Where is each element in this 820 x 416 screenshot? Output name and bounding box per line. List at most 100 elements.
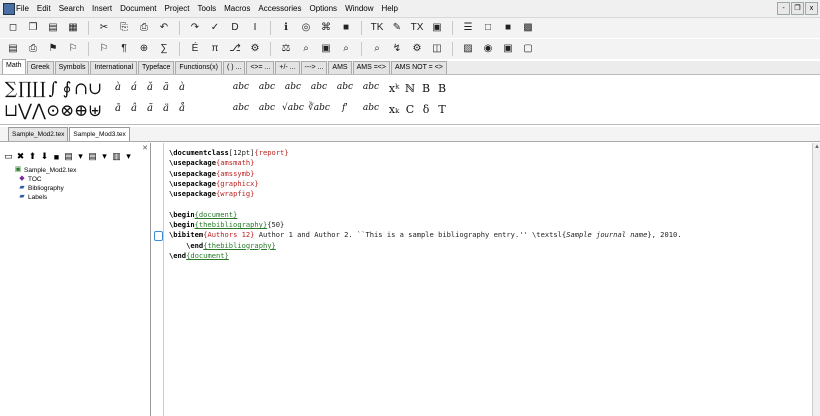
toolbar-button-icon[interactable]: ⚐: [66, 42, 80, 56]
toolbar-button-icon[interactable]: D: [228, 21, 242, 35]
structure-tool-icon[interactable]: ⬆: [28, 151, 37, 162]
structure-tool-icon[interactable]: ⬇: [40, 151, 49, 162]
symbol-button[interactable]: ã: [142, 103, 158, 114]
structure-tool-icon[interactable]: ■: [52, 152, 61, 162]
toolbar-button-icon[interactable]: É: [188, 42, 202, 56]
toolbar-button-icon[interactable]: ↷: [188, 21, 202, 35]
menu-item-project[interactable]: Project: [165, 4, 190, 13]
symbol-button[interactable]: â: [126, 103, 142, 114]
symbol-button[interactable]: abc: [306, 82, 332, 92]
symbol-button[interactable]: ⊎: [88, 101, 102, 121]
toolbar-button-icon[interactable]: ↶: [157, 21, 171, 35]
symbol-button[interactable]: ∑: [4, 79, 18, 99]
symbol-button[interactable]: ∫: [46, 79, 60, 99]
symbol-button[interactable]: √abc: [280, 103, 306, 113]
symbol-button[interactable]: ∩: [74, 79, 88, 99]
menu-item-search[interactable]: Search: [59, 4, 84, 13]
structure-tool-icon[interactable]: ▾: [76, 151, 85, 162]
structure-tool-icon[interactable]: ▾: [124, 151, 133, 162]
menu-item-edit[interactable]: Edit: [37, 4, 51, 13]
toolbar-button-icon[interactable]: ☰: [461, 21, 475, 35]
symbol-button[interactable]: T: [434, 103, 450, 116]
bookmark-icon[interactable]: [154, 231, 163, 242]
symbol-button[interactable]: ⊔: [4, 101, 18, 121]
symbol-button[interactable]: ∪: [88, 79, 102, 99]
structure-tool-icon[interactable]: ▥: [112, 151, 121, 162]
symbol-button[interactable]: abc: [228, 103, 254, 113]
toolbar-button-icon[interactable]: ⌕: [339, 42, 353, 56]
symbol-button[interactable]: ∛abc: [306, 103, 332, 113]
symbol-button[interactable]: B: [434, 82, 450, 95]
menu-item-file[interactable]: File: [16, 4, 29, 13]
math-tab[interactable]: AMS NOT = <>: [390, 61, 447, 74]
toolbar-button-icon[interactable]: ◉: [481, 42, 495, 56]
symbol-button[interactable]: ⊗: [60, 101, 74, 121]
symbol-button[interactable]: C: [402, 103, 418, 116]
toolbar-button-icon[interactable]: ▣: [501, 42, 515, 56]
math-tab[interactable]: Functions(x): [175, 61, 222, 74]
math-tab[interactable]: Symbols: [54, 61, 90, 74]
toolbar-button-icon[interactable]: ⌘: [319, 21, 333, 35]
symbol-button[interactable]: ⊕: [74, 101, 88, 121]
math-tab[interactable]: Typeface: [138, 61, 175, 74]
toolbar-button-icon[interactable]: □: [481, 21, 495, 35]
toolbar-button-icon[interactable]: ▤: [6, 42, 20, 56]
symbol-button[interactable]: ⋁: [18, 101, 32, 121]
toolbar-button-icon[interactable]: ⚖: [279, 42, 293, 56]
toolbar-button-icon[interactable]: ⎙: [137, 21, 151, 35]
minimize-icon[interactable]: -: [777, 2, 790, 15]
toolbar-button-icon[interactable]: ∑: [157, 42, 171, 56]
math-tab[interactable]: International: [90, 61, 137, 74]
symbol-button[interactable]: ∏: [18, 79, 32, 99]
menu-item-macros[interactable]: Macros: [224, 4, 250, 13]
toolbar-button-icon[interactable]: ¶: [117, 42, 131, 56]
symbol-button[interactable]: abc: [358, 103, 384, 113]
symbol-button[interactable]: à: [110, 82, 126, 93]
symbol-button[interactable]: abc: [228, 82, 254, 92]
toolbar-button-icon[interactable]: ◫: [430, 42, 444, 56]
toolbar-button-icon[interactable]: π: [208, 42, 222, 56]
structure-tool-icon[interactable]: ▤: [88, 151, 97, 162]
math-tab[interactable]: AMS: [328, 61, 352, 74]
toolbar-button-icon[interactable]: ✎: [390, 21, 404, 35]
math-tab[interactable]: <>= ...: [246, 61, 275, 74]
symbol-button[interactable]: á: [126, 82, 142, 93]
app-icon[interactable]: [3, 3, 15, 15]
structure-tool-icon[interactable]: ▾: [100, 151, 109, 162]
toolbar-button-icon[interactable]: ❐: [26, 21, 40, 35]
toolbar-button-icon[interactable]: ▢: [521, 42, 535, 56]
symbol-button[interactable]: δ: [418, 103, 434, 116]
toolbar-button-icon[interactable]: ⊕: [137, 42, 151, 56]
structure-tool-icon[interactable]: ✖: [16, 151, 25, 162]
symbol-button[interactable]: xᵏ: [386, 82, 402, 95]
toolbar-button-icon[interactable]: ⎙: [26, 42, 40, 56]
tree-item-toc[interactable]: ◆ TOC: [18, 175, 41, 183]
menu-item-accessories[interactable]: Accessories: [258, 4, 301, 13]
math-tab[interactable]: ---> ...: [300, 61, 328, 74]
file-tab-sample-mod3[interactable]: Sample_Mod3.tex: [69, 127, 130, 141]
file-tab-sample-mod2[interactable]: Sample_Mod2.tex: [8, 127, 69, 141]
symbol-button[interactable]: ℕ: [402, 82, 418, 95]
menu-item-help[interactable]: Help: [382, 4, 398, 13]
menu-item-tools[interactable]: Tools: [197, 4, 216, 13]
toolbar-button-icon[interactable]: ⚑: [46, 42, 60, 56]
symbol-button[interactable]: ǎ: [142, 82, 158, 93]
symbol-button[interactable]: abc: [358, 82, 384, 92]
symbol-button[interactable]: abc: [332, 82, 358, 92]
tree-item-labels[interactable]: ▰ Labels: [18, 193, 47, 201]
toolbar-button-icon[interactable]: ℹ: [279, 21, 293, 35]
symbol-button[interactable]: å: [174, 103, 190, 114]
toolbar-button-icon[interactable]: ▨: [461, 42, 475, 56]
toolbar-button-icon[interactable]: ◻: [6, 21, 20, 35]
toolbar-button-icon[interactable]: ⚙: [410, 42, 424, 56]
toolbar-button-icon[interactable]: ■: [339, 21, 353, 35]
toolbar-button-icon[interactable]: ↯: [390, 42, 404, 56]
code-editor[interactable]: \documentclass[12pt]{report} \usepackage{…: [151, 143, 812, 416]
tree-item-file[interactable]: ▣ Sample_Mod2.tex: [14, 166, 77, 174]
toolbar-button-icon[interactable]: ■: [501, 21, 515, 35]
scroll-up-icon[interactable]: ▲: [813, 143, 820, 151]
restore-icon[interactable]: ❐: [791, 2, 804, 15]
math-tab[interactable]: Greek: [26, 61, 54, 74]
symbol-button[interactable]: à: [174, 82, 190, 93]
menu-item-window[interactable]: Window: [345, 4, 373, 13]
